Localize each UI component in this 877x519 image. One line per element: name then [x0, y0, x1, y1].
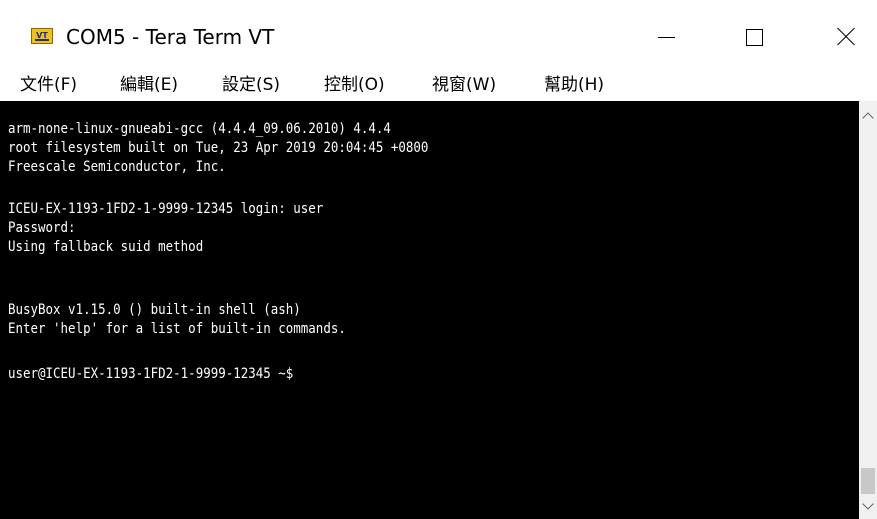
menu-setup[interactable]: 設定(S) — [222, 70, 280, 95]
vertical-scrollbar[interactable] — [859, 101, 877, 519]
chevron-up-icon — [862, 112, 874, 124]
minimize-button[interactable] — [643, 14, 689, 60]
menu-file[interactable]: 文件(F) — [20, 70, 77, 95]
menu-edit[interactable]: 編輯(E) — [120, 70, 178, 95]
window-title: COM5 - Tera Term VT — [66, 25, 275, 49]
menu-control[interactable]: 控制(O) — [324, 70, 385, 95]
scroll-up-button[interactable] — [859, 107, 877, 125]
terminal-line: root filesystem built on Tue, 23 Apr 201… — [8, 140, 429, 156]
terminal-line: BusyBox v1.15.0 () built-in shell (ash) — [8, 302, 301, 318]
scroll-down-button[interactable] — [859, 497, 877, 515]
terminal-line: ICEU-EX-1193-1FD2-1-9999-12345 login: us… — [8, 201, 324, 217]
terminal-line: Password: — [8, 220, 76, 236]
tera-term-window: VT COM5 - Tera Term VT 文件(F) 編輯(E) 設定(S)… — [0, 0, 877, 519]
chevron-down-icon — [862, 498, 874, 510]
close-button[interactable] — [823, 14, 869, 60]
terminal-screen[interactable]: arm-none-linux-gnueabi-gcc (4.4.4_09.06.… — [0, 101, 859, 519]
terminal-line: Enter 'help' for a list of built-in comm… — [8, 321, 346, 337]
title-bar[interactable]: VT COM5 - Tera Term VT — [0, 0, 877, 68]
close-icon — [836, 27, 856, 47]
menu-bar: 文件(F) 編輯(E) 設定(S) 控制(O) 視窗(W) 幫助(H) — [0, 68, 877, 100]
terminal-line: Using fallback suid method — [8, 239, 204, 255]
tera-term-vt-icon[interactable]: VT — [31, 28, 53, 44]
menu-window[interactable]: 視窗(W) — [432, 70, 496, 95]
minimize-icon — [657, 36, 675, 38]
terminal-line: arm-none-linux-gnueabi-gcc (4.4.4_09.06.… — [8, 121, 391, 137]
scrollbar-thumb[interactable] — [861, 468, 875, 494]
terminal-line: Freescale Semiconductor, Inc. — [8, 159, 226, 175]
maximize-icon — [745, 28, 763, 46]
maximize-button[interactable] — [731, 14, 777, 60]
terminal-prompt-line: user@ICEU-EX-1193-1FD2-1-9999-12345 ~$ — [8, 366, 294, 382]
menu-help[interactable]: 幫助(H) — [544, 70, 604, 95]
